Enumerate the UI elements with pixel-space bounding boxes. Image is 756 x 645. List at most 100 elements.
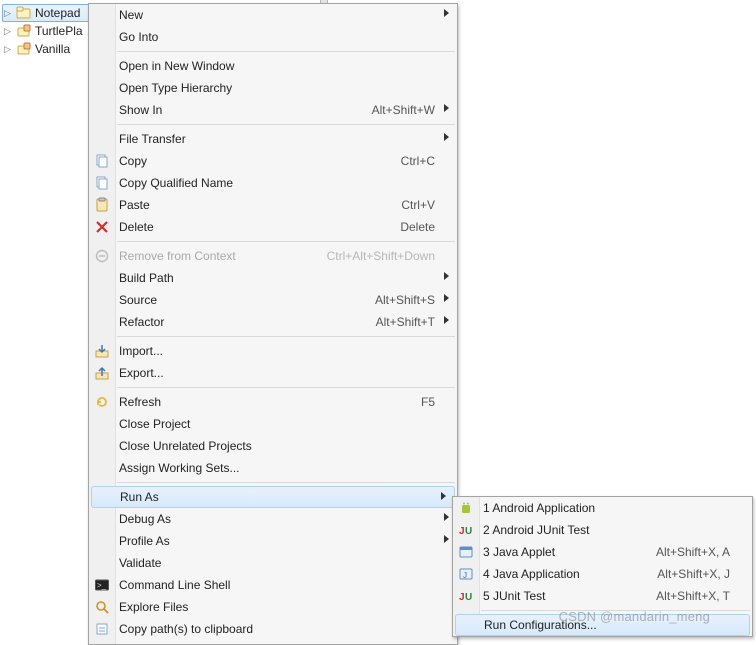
menu-item[interactable]: Copy path(s) to clipboard	[89, 618, 457, 640]
menu-separator	[117, 387, 455, 388]
copy-path-icon	[94, 621, 110, 637]
svg-text:J: J	[463, 571, 467, 580]
junit-icon: JU	[458, 588, 474, 604]
shell-icon: >_	[94, 577, 110, 593]
submenu-arrow-icon	[444, 104, 449, 112]
menu-item-label: Paste	[119, 198, 391, 212]
menu-item-shortcut: Alt+Shift+T	[366, 315, 435, 329]
remove-context-icon	[94, 248, 110, 264]
svg-text:>_: >_	[97, 581, 107, 590]
svg-text:J: J	[459, 526, 465, 537]
menu-item-label: Delete	[119, 220, 390, 234]
menu-item[interactable]: Build Path	[89, 267, 457, 289]
menu-item-shortcut: Ctrl+Alt+Shift+Down	[317, 249, 435, 263]
menu-item[interactable]: Import...	[89, 340, 457, 362]
expand-icon[interactable]: ▷	[4, 8, 14, 19]
menu-item-label: Refactor	[119, 315, 366, 329]
menu-item-label: 2 Android JUnit Test	[483, 523, 730, 537]
tree-item[interactable]: ▷ Vanilla	[2, 40, 92, 58]
menu-item-shortcut: Ctrl+C	[391, 154, 435, 168]
menu-item[interactable]: J4 Java ApplicationAlt+Shift+X, J	[453, 563, 752, 585]
menu-item[interactable]: Remove from ContextCtrl+Alt+Shift+Down	[89, 245, 457, 267]
menu-item-label: Show In	[119, 103, 362, 117]
menu-item[interactable]: Show InAlt+Shift+W	[89, 99, 457, 121]
menu-item-label: 5 JUnit Test	[483, 589, 646, 603]
paste-icon	[94, 197, 110, 213]
menu-item[interactable]: Explore Files	[89, 596, 457, 618]
menu-item[interactable]: JU5 JUnit TestAlt+Shift+X, T	[453, 585, 752, 607]
junit-icon: JU	[458, 522, 474, 538]
submenu-arrow-icon	[444, 513, 449, 521]
tree-item[interactable]: ▷ TurtlePla	[2, 22, 92, 40]
menu-item[interactable]: 3 Java AppletAlt+Shift+X, A	[453, 541, 752, 563]
menu-item[interactable]: Assign Working Sets...	[89, 457, 457, 479]
menu-item[interactable]: Go Into	[89, 26, 457, 48]
svg-text:J: J	[459, 592, 465, 603]
menu-item-label: Copy Qualified Name	[119, 176, 435, 190]
submenu-arrow-icon	[444, 133, 449, 141]
menu-item[interactable]: Close Unrelated Projects	[89, 435, 457, 457]
menu-item-shortcut: Alt+Shift+S	[365, 293, 435, 307]
refresh-icon	[94, 394, 110, 410]
expand-icon[interactable]: ▷	[4, 44, 14, 55]
menu-item-label: Copy	[119, 154, 391, 168]
menu-item-shortcut: Alt+Shift+X, A	[646, 545, 730, 559]
plugin-project-icon	[16, 41, 32, 57]
menu-separator	[117, 124, 455, 125]
menu-item-label: Build Path	[119, 271, 435, 285]
menu-item[interactable]: File Transfer	[89, 128, 457, 150]
menu-item[interactable]: SourceAlt+Shift+S	[89, 289, 457, 311]
menu-item[interactable]: Export...	[89, 362, 457, 384]
menu-item-shortcut: F5	[411, 395, 435, 409]
tree-item-label: Vanilla	[34, 42, 70, 56]
menu-item-label: Close Unrelated Projects	[119, 439, 435, 453]
menu-item-label: Validate	[119, 556, 435, 570]
menu-item-label: File Transfer	[119, 132, 435, 146]
applet-icon	[458, 544, 474, 560]
menu-item[interactable]: 1 Android Application	[453, 497, 752, 519]
menu-item-label: Explore Files	[119, 600, 435, 614]
submenu-arrow-icon	[444, 294, 449, 302]
submenu-arrow-icon	[444, 535, 449, 543]
menu-item[interactable]: Run As	[91, 486, 455, 508]
tree-item[interactable]: ▷ Notepad	[2, 4, 92, 22]
copy-qname-icon	[94, 175, 110, 191]
menu-item-label: Copy path(s) to clipboard	[119, 622, 435, 636]
menu-item[interactable]: RefactorAlt+Shift+T	[89, 311, 457, 333]
menu-item[interactable]: Run Configurations...	[455, 614, 750, 636]
folder-open-icon	[16, 5, 32, 21]
menu-item-label: Run Configurations...	[484, 618, 729, 632]
project-explorer: ▷ Notepad ▷ TurtlePla ▷ Vanilla	[2, 4, 92, 58]
menu-separator	[117, 241, 455, 242]
menu-item-label: Go Into	[119, 30, 435, 44]
menu-item-label: Command Line Shell	[119, 578, 435, 592]
menu-separator	[117, 336, 455, 337]
menu-separator	[117, 51, 455, 52]
menu-item-label: Profile As	[119, 534, 435, 548]
menu-item-label: Open in New Window	[119, 59, 435, 73]
menu-item-shortcut: Alt+Shift+W	[362, 103, 435, 117]
expand-icon[interactable]: ▷	[4, 26, 14, 37]
menu-item[interactable]: Open in New Window	[89, 55, 457, 77]
menu-item[interactable]: >_ Command Line Shell	[89, 574, 457, 596]
menu-item-label: Run As	[120, 490, 434, 504]
menu-item[interactable]: Copy Qualified Name	[89, 172, 457, 194]
menu-item[interactable]: PasteCtrl+V	[89, 194, 457, 216]
submenu-arrow-icon	[444, 272, 449, 280]
menu-separator	[481, 610, 750, 611]
menu-item[interactable]: Debug As	[89, 508, 457, 530]
menu-item[interactable]: Close Project	[89, 413, 457, 435]
menu-item[interactable]: CopyCtrl+C	[89, 150, 457, 172]
menu-item-label: Debug As	[119, 512, 435, 526]
menu-item[interactable]: JU 2 Android JUnit Test	[453, 519, 752, 541]
menu-separator	[117, 482, 455, 483]
copy-icon	[94, 153, 110, 169]
tree-item-label: Notepad	[34, 6, 80, 20]
menu-item[interactable]: Validate	[89, 552, 457, 574]
menu-item[interactable]: RefreshF5	[89, 391, 457, 413]
menu-item[interactable]: Profile As	[89, 530, 457, 552]
menu-item-label: Source	[119, 293, 365, 307]
menu-item[interactable]: DeleteDelete	[89, 216, 457, 238]
menu-item[interactable]: New	[89, 4, 457, 26]
menu-item[interactable]: Open Type Hierarchy	[89, 77, 457, 99]
